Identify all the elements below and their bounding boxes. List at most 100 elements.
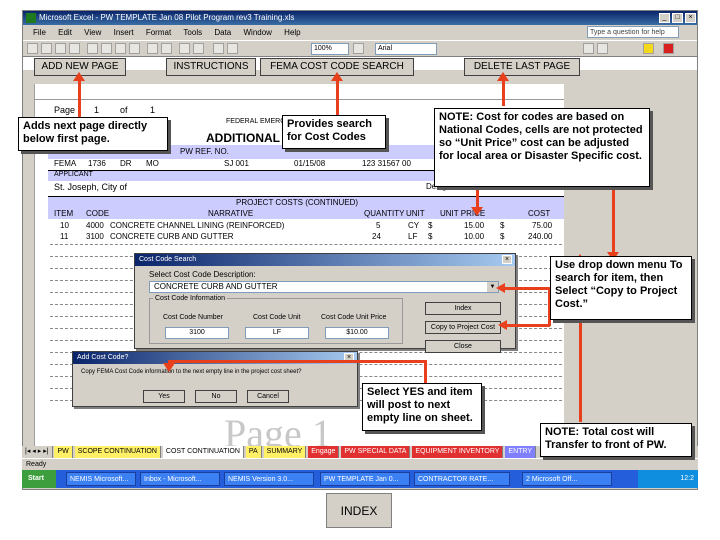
new-icon[interactable]: [27, 43, 38, 54]
instructions-button[interactable]: INSTRUCTIONS: [166, 58, 256, 76]
row2-quantity[interactable]: 24: [372, 232, 381, 241]
tab-cost-continuation[interactable]: COST CONTINUATION: [162, 446, 244, 458]
menu-edit[interactable]: Edit: [58, 28, 72, 37]
excel-icon: [26, 13, 36, 23]
applicant-label: APPLICANT: [54, 171, 93, 178]
row1-unit-price[interactable]: 15.00: [464, 221, 484, 230]
taskbar: Start NEMIS Microsoft... Inbox - Microso…: [22, 470, 698, 488]
sort-icon[interactable]: [193, 43, 204, 54]
cost-unit-field[interactable]: LF: [245, 327, 309, 339]
no-button[interactable]: No: [195, 390, 237, 403]
close-button[interactable]: Close: [425, 340, 501, 353]
callout-dropdown: Use drop down menu To search for item, t…: [550, 256, 692, 320]
open-icon[interactable]: [41, 43, 52, 54]
font-color-icon[interactable]: [663, 43, 674, 54]
help-icon[interactable]: [353, 43, 364, 54]
task-item-5[interactable]: CONTRACTOR RATE...: [414, 472, 510, 486]
task-item-6[interactable]: 2 Microsoft Off...: [522, 472, 612, 486]
menu-data[interactable]: Data: [214, 28, 231, 37]
arrowhead-dropdown-menu: [496, 283, 505, 293]
copy-icon[interactable]: [115, 43, 126, 54]
system-tray-clock: 12:2: [638, 470, 698, 488]
chart-icon[interactable]: [213, 43, 224, 54]
task-item-4[interactable]: PW TEMPLATE Jan 0...: [320, 472, 410, 486]
autosum-icon[interactable]: [179, 43, 190, 54]
menu-file[interactable]: File: [33, 28, 46, 37]
cancel-button[interactable]: Cancel: [247, 390, 289, 403]
tab-pw[interactable]: PW: [54, 446, 73, 458]
row2-code[interactable]: 3100: [86, 232, 104, 241]
row2-narrative[interactable]: CONCRETE CURB AND GUTTER: [110, 232, 234, 241]
print-icon[interactable]: [69, 43, 80, 54]
task-item-1[interactable]: NEMIS Microsoft...: [66, 472, 136, 486]
cost-unit-label: Cost Code Unit: [253, 314, 301, 321]
tab-summary[interactable]: SUMMARY: [263, 446, 307, 458]
row1-cost[interactable]: 75.00: [532, 221, 552, 230]
row2-cost[interactable]: 240.00: [528, 232, 552, 241]
cost-number-field[interactable]: 3100: [165, 327, 229, 339]
row1-code[interactable]: 4000: [86, 221, 104, 230]
index-nav-button[interactable]: INDEX: [326, 493, 392, 528]
bold-icon[interactable]: [583, 43, 594, 54]
yes-button[interactable]: Yes: [143, 390, 185, 403]
menu-format[interactable]: Format: [146, 28, 171, 37]
tab-engage[interactable]: Engage: [308, 446, 340, 458]
task-item-3[interactable]: NEMIS Version 3.0...: [224, 472, 314, 486]
row2-cost-currency: $: [500, 232, 505, 241]
close-icon[interactable]: ×: [502, 255, 512, 264]
page-total: 1: [150, 105, 156, 115]
row1-unit[interactable]: CY: [408, 221, 419, 230]
cost-price-label: Cost Code Unit Price: [321, 314, 387, 321]
drawing-icon[interactable]: [227, 43, 238, 54]
select-label: Select Cost Code Description:: [149, 270, 256, 279]
row1-quantity[interactable]: 5: [376, 221, 380, 230]
tab-pw-special-data[interactable]: PW SPECIAL DATA: [341, 446, 411, 458]
cost-number-label: Cost Code Number: [163, 314, 223, 321]
cost-price-field[interactable]: $10.00: [325, 327, 389, 339]
tab-scope-continuation[interactable]: SCOPE CONTINUATION: [74, 446, 161, 458]
italic-icon[interactable]: [597, 43, 608, 54]
copy-to-project-cost-button[interactable]: Copy to Project Cost: [425, 321, 501, 334]
spelling-icon[interactable]: [87, 43, 98, 54]
row2-item[interactable]: 11: [60, 232, 68, 241]
row2-unit[interactable]: LF: [408, 232, 417, 241]
row-ref: SJ 001: [224, 159, 249, 168]
tab-pa[interactable]: PA: [245, 446, 262, 458]
font-select[interactable]: Arial: [375, 43, 437, 55]
delete-last-page-button[interactable]: DELETE LAST PAGE: [464, 58, 580, 76]
arrow-yes: [424, 360, 427, 385]
save-icon[interactable]: [55, 43, 66, 54]
row2-unit-price[interactable]: 10.00: [464, 232, 484, 241]
cut-icon[interactable]: [101, 43, 112, 54]
fill-color-icon[interactable]: [643, 43, 654, 54]
close-button[interactable]: ×: [685, 13, 696, 23]
cost-info-label: Cost Code Information: [153, 295, 228, 302]
minimize-button[interactable]: _: [659, 13, 670, 23]
menu-window[interactable]: Window: [243, 28, 271, 37]
menu-view[interactable]: View: [84, 28, 101, 37]
callout-note-cost: NOTE: Cost for codes are based on Nation…: [434, 108, 650, 187]
help-search-input[interactable]: Type a question for help: [587, 26, 679, 38]
task-item-2[interactable]: Inbox - Microsoft...: [140, 472, 220, 486]
start-button[interactable]: Start: [22, 470, 56, 488]
row1-cost-currency: $: [500, 221, 505, 230]
row1-narrative[interactable]: CONCRETE CHANNEL LINING (REINFORCED): [110, 221, 284, 230]
zoom-select[interactable]: 100%: [311, 43, 349, 55]
undo-icon[interactable]: [147, 43, 158, 54]
cost-code-dropdown[interactable]: CONCRETE CURB AND GUTTER: [149, 281, 499, 293]
tab-equipment-inventory[interactable]: EQUIPMENT INVENTORY: [412, 446, 504, 458]
menu-tools[interactable]: Tools: [183, 28, 202, 37]
callout-total: NOTE: Total cost will Transfer to front …: [540, 423, 692, 457]
menu-help[interactable]: Help: [284, 28, 300, 37]
menu-insert[interactable]: Insert: [114, 28, 134, 37]
row1-item[interactable]: 10: [60, 221, 69, 230]
paste-icon[interactable]: [129, 43, 140, 54]
tab-nav-arrows[interactable]: |◂ ◂ ▸ ▸|: [22, 446, 53, 458]
index-button[interactable]: Index: [425, 302, 501, 315]
tab-entry[interactable]: ENTRY: [505, 446, 537, 458]
redo-icon[interactable]: [161, 43, 172, 54]
maximize-button[interactable]: □: [672, 13, 683, 23]
page-label: Page: [54, 105, 76, 115]
col-item: ITEM: [54, 209, 74, 218]
arrow-unit-price: [476, 186, 479, 208]
